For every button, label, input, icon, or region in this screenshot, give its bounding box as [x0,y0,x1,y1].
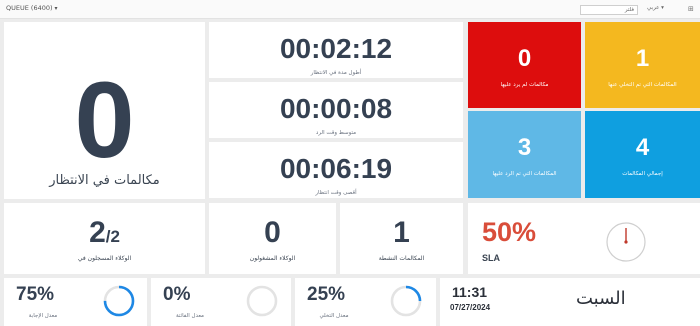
max-wait-label: أقصى وقت انتظار [315,190,357,196]
search-input[interactable]: فلتر [580,5,638,15]
unanswered-calls-label: مكالمات لم يرد عليها [500,82,549,88]
unanswered-calls-value: 0 [517,45,532,72]
unanswered-calls-tile: 0 مكالمات لم يرد عليها [468,22,581,108]
abandoned-calls-tile: 1 المكالمات التي تم التخلي عنها [585,22,700,108]
queue-selector-label: QUEUE (6400) [6,4,53,12]
total-calls-label: إجمالي المكالمات [622,171,663,177]
busy-agents-value: 0 [264,216,281,249]
logged-in-agents-value: 2/2 [89,216,120,249]
sla-gauge [606,222,646,262]
grid-icon[interactable]: ⊞ [688,5,694,13]
logged-in-agents-label: الوكلاء المسجلون في [77,255,132,262]
longest-wait-label: أطول مدة في الانتظار [310,70,362,76]
answered-calls-label: المكالمات التي تم الرد عليها [492,171,557,177]
longest-wait-card: 00:02:12 أطول مدة في الانتظار [209,22,463,78]
clock-card: 11:31 07/27/2024 السبت [440,278,700,326]
missed-rate-ring [246,285,278,317]
abandon-rate-value: 25% [307,284,346,305]
calls-waiting-value: 0 [74,59,135,180]
abandon-rate-label: معدل التخلي [319,313,349,319]
busy-agents-label: الوكلاء المشغولون [249,255,296,262]
answered-calls-value: 3 [517,134,532,161]
total-calls-value: 4 [635,134,650,161]
abandoned-calls-label: المكالمات التي تم التخلي عنها [608,82,677,88]
answered-calls-tile: 3 المكالمات التي تم الرد عليها [468,111,581,198]
busy-agents-card: 0 الوكلاء المشغولون [209,203,336,274]
missed-rate-value: 0% [163,284,191,305]
answer-rate-card: 75% معدل الإجابة [4,278,147,326]
queue-selector[interactable]: QUEUE (6400) ▾ [6,4,58,12]
active-calls-label: المكالمات النشطة [378,255,425,262]
abandoned-calls-value: 1 [635,45,650,72]
active-calls-value: 1 [393,216,410,249]
language-selector[interactable]: عربي ▾ [647,5,664,11]
chevron-down-icon: ▾ [54,5,58,12]
avg-answer-value: 00:00:08 [279,93,393,124]
answer-rate-value: 75% [16,284,55,305]
clock-date: 07/27/2024 [450,303,491,312]
calls-waiting-label: مكالمات في الانتظار [49,173,160,188]
answer-rate-label: معدل الإجابة [28,313,58,319]
sla-value: 50% [482,217,537,247]
longest-wait-value: 00:02:12 [279,33,393,64]
clock-time: 11:31 [452,284,488,300]
clock-day: السبت [576,288,626,309]
max-wait-card: 00:06:19 أقصى وقت انتظار [209,142,463,198]
logged-in-agents-card: 2/2 الوكلاء المسجلون في [4,203,205,274]
abandon-rate-card: 25% معدل التخلي [295,278,436,326]
total-calls-tile: 4 إجمالي المكالمات [585,111,700,198]
sla-card: 50% SLA [468,203,700,274]
avg-answer-card: 00:00:08 متوسط وقت الرد [209,82,463,138]
missed-rate-card: 0% معدل الفائتة [151,278,291,326]
active-calls-card: 1 المكالمات النشطة [340,203,463,274]
calls-waiting-card: 0 مكالمات في الانتظار [4,22,205,199]
max-wait-value: 00:06:19 [279,153,393,184]
abandon-rate-ring [390,285,422,317]
missed-rate-label: معدل الفائتة [175,313,205,319]
top-bar: QUEUE (6400) ▾ فلتر عربي ▾ ⊞ [0,0,700,19]
sla-label: SLA [482,253,500,263]
avg-answer-label: متوسط وقت الرد [315,130,357,136]
answer-rate-ring [103,285,135,317]
